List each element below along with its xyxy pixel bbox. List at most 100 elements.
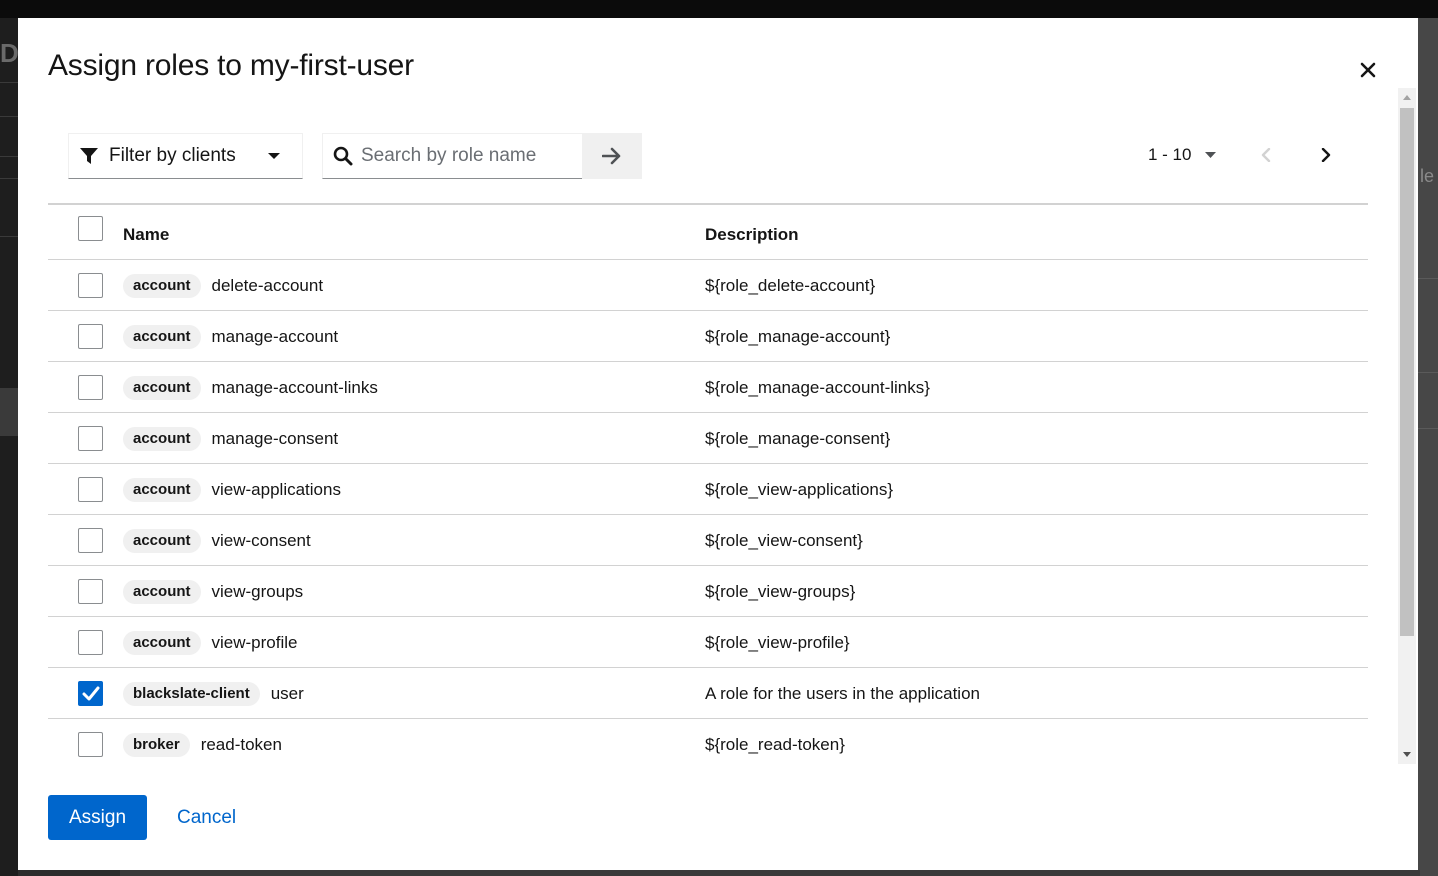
column-header-description[interactable]: Description — [705, 225, 799, 245]
row-checkbox[interactable] — [78, 273, 103, 298]
row-checkbox[interactable] — [78, 375, 103, 400]
row-checkbox[interactable] — [78, 477, 103, 502]
row-checkbox[interactable] — [78, 630, 103, 655]
close-icon — [1360, 62, 1376, 78]
modal-body[interactable]: Filter by clients 1 - 10 — [48, 88, 1368, 768]
filter-label: Filter by clients — [109, 145, 236, 166]
table-row[interactable]: account view-consent ${role_view-consent} — [48, 515, 1368, 566]
role-name-cell: account manage-consent — [123, 427, 338, 451]
caret-down-icon — [1205, 152, 1217, 158]
search-submit-button[interactable] — [582, 133, 642, 179]
background-text: le — [1420, 166, 1435, 186]
chevron-left-icon — [1261, 148, 1271, 162]
role-name-cell: blackslate-client user — [123, 682, 304, 706]
column-header-name[interactable]: Name — [123, 225, 169, 245]
background-content-edge — [1418, 18, 1438, 876]
table-row[interactable]: account view-applications ${role_view-appl… — [48, 464, 1368, 515]
role-description: ${role_delete-account} — [705, 276, 876, 295]
role-name-cell: account view-applications — [123, 478, 341, 502]
client-chip: broker — [123, 733, 190, 757]
background-bottom-bar — [120, 870, 1420, 876]
arrow-right-icon — [602, 147, 621, 165]
role-name-cell: account view-groups — [123, 580, 303, 604]
background-sidebar: DA — [0, 18, 38, 876]
table-row[interactable]: blackslate-client user A role for the user… — [48, 668, 1368, 719]
close-button[interactable] — [1356, 58, 1380, 82]
table-row[interactable]: account manage-account-links ${role_manage… — [48, 362, 1368, 413]
row-checkbox[interactable] — [78, 426, 103, 451]
pagination-range: 1 - 10 — [1148, 145, 1192, 164]
background-divider — [1418, 428, 1438, 429]
table-row[interactable]: account view-profile ${role_view-profile} — [48, 617, 1368, 668]
search-field[interactable] — [322, 133, 582, 179]
scroll-down-icon — [1403, 752, 1411, 757]
background-divider — [0, 82, 18, 83]
modal-title: Assign roles to my-first-user — [48, 49, 414, 82]
client-chip: account — [123, 274, 201, 298]
row-checkbox[interactable] — [78, 324, 103, 349]
pagination-previous-button[interactable] — [1254, 143, 1278, 167]
table-row[interactable]: account delete-account ${role_delete-accou… — [48, 260, 1368, 311]
background-divider — [0, 116, 18, 117]
role-name: view-consent — [211, 531, 311, 550]
roles-table: Name Description account delete-account ${… — [48, 203, 1368, 768]
role-description: ${role_view-groups} — [705, 582, 856, 601]
table-row[interactable]: account manage-consent ${role_manage-conse… — [48, 413, 1368, 464]
background-divider — [0, 156, 18, 157]
assign-button[interactable]: Assign — [48, 795, 147, 840]
filter-icon — [80, 148, 98, 164]
role-name-cell: broker read-token — [123, 733, 282, 757]
role-description: ${role_manage-consent} — [705, 429, 891, 448]
role-name-cell: account delete-account — [123, 274, 323, 298]
role-description: ${role_view-profile} — [705, 633, 850, 652]
role-name-cell: account view-consent — [123, 529, 311, 553]
role-description: ${role_manage-account} — [705, 327, 891, 346]
role-name: read-token — [200, 735, 282, 754]
role-name: delete-account — [211, 276, 324, 295]
role-description: ${role_manage-account-links} — [705, 378, 930, 397]
background-divider — [1418, 278, 1438, 279]
caret-down-icon — [268, 153, 280, 159]
role-name-cell: account view-profile — [123, 631, 298, 655]
role-name: view-applications — [211, 480, 341, 499]
role-name: manage-account-links — [211, 378, 378, 397]
table-header: Name Description — [48, 205, 1368, 260]
modal-scrollbar[interactable] — [1398, 88, 1416, 764]
client-chip: blackslate-client — [123, 682, 260, 706]
background-divider — [0, 178, 18, 179]
search-input[interactable] — [361, 145, 576, 167]
row-checkbox[interactable] — [78, 528, 103, 553]
role-name: view-groups — [211, 582, 304, 601]
client-chip: account — [123, 325, 201, 349]
pagination-per-page-toggle[interactable]: 1 - 10 — [1148, 143, 1217, 167]
role-description: ${role_read-token} — [705, 735, 845, 754]
table-row[interactable]: broker read-token ${role_read-token} — [48, 719, 1368, 768]
background-divider — [0, 236, 18, 237]
client-chip: account — [123, 478, 201, 502]
filter-by-clients-select[interactable]: Filter by clients — [68, 133, 303, 179]
assign-roles-modal: Assign roles to my-first-user Filter by … — [18, 18, 1418, 870]
client-chip: account — [123, 427, 201, 451]
scroll-down-arrow[interactable] — [1398, 746, 1416, 764]
row-checkbox[interactable] — [78, 732, 103, 757]
scrollbar-thumb[interactable] — [1400, 108, 1414, 636]
client-chip: account — [123, 376, 201, 400]
search-icon — [333, 146, 353, 166]
client-chip: account — [123, 580, 201, 604]
table-row[interactable]: account view-groups ${role_view-groups} — [48, 566, 1368, 617]
chevron-right-icon — [1321, 148, 1331, 162]
row-checkbox[interactable] — [78, 579, 103, 604]
pagination-next-button[interactable] — [1314, 143, 1338, 167]
background-active-item — [0, 388, 18, 436]
select-all-checkbox[interactable] — [78, 216, 103, 241]
role-name: manage-consent — [211, 429, 339, 448]
table-row[interactable]: account manage-account ${role_manage-accou… — [48, 311, 1368, 362]
row-checkbox[interactable] — [78, 681, 103, 706]
background-divider — [1418, 372, 1438, 373]
cancel-button[interactable]: Cancel — [165, 795, 248, 840]
role-name-cell: account manage-account-links — [123, 376, 378, 400]
role-name: user — [270, 684, 304, 703]
role-description: ${role_view-applications} — [705, 480, 894, 499]
scroll-up-arrow[interactable] — [1398, 88, 1416, 106]
role-name: manage-account — [211, 327, 339, 346]
